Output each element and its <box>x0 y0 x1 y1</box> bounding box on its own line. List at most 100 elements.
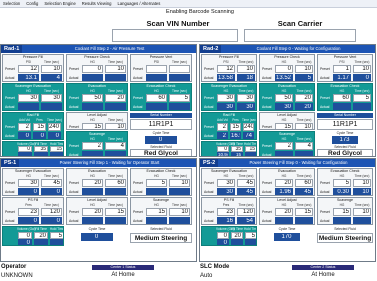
preset-value[interactable]: 10 <box>353 208 371 216</box>
preset-value[interactable]: 20 <box>275 208 293 216</box>
preset-value[interactable]: 10 <box>353 179 371 187</box>
preset-value[interactable]: 5 <box>245 232 256 239</box>
menu-config[interactable]: Config <box>26 1 38 6</box>
preset-value[interactable]: 45 <box>41 179 62 187</box>
preset-value[interactable]: 1 <box>333 65 351 73</box>
preset-value[interactable]: 30 <box>41 94 62 102</box>
preset-value[interactable]: 10 <box>237 65 255 73</box>
preset-value[interactable] <box>146 65 167 73</box>
preset-value[interactable]: 2 <box>82 142 103 150</box>
preset-value[interactable]: 15 <box>105 208 126 216</box>
preset-value[interactable]: 20 <box>105 94 126 102</box>
preset-value[interactable]: 20 <box>295 94 313 102</box>
level-adjust-box: Level AdjustHG15Time (sec)10PresetActual <box>259 112 315 130</box>
preset-value[interactable]: 120 <box>237 208 255 216</box>
preset-value[interactable]: 20 <box>82 179 103 187</box>
preset-value[interactable]: 60 <box>105 179 126 187</box>
preset-value[interactable]: 10 <box>105 65 126 73</box>
menu-selection[interactable]: Selection <box>3 1 20 6</box>
column-header: Pres <box>222 203 230 207</box>
preset-value[interactable]: 15 <box>230 123 241 131</box>
actual-value <box>82 103 103 110</box>
column-header: HG <box>223 89 229 93</box>
column-header: Hold Time <box>244 227 257 231</box>
preset-value[interactable]: 10 <box>105 123 126 129</box>
menu-results-viewing[interactable]: Results Viewing <box>82 1 112 6</box>
preset-value[interactable]: 30 <box>217 94 235 102</box>
preset-value[interactable]: 0 <box>18 232 32 239</box>
actual-row-label: Actual <box>5 190 15 194</box>
preset-value[interactable]: 0 <box>82 65 103 73</box>
preset-row-label: Preset <box>5 210 15 214</box>
preset-value[interactable]: 12 <box>18 65 39 73</box>
preset-value[interactable] <box>169 65 190 73</box>
preset-value[interactable]: 30 <box>217 179 235 187</box>
panel-status: Coolant Fill Step 2 - Air Pressure Test <box>74 46 145 51</box>
preset-value[interactable]: 2 <box>275 142 293 150</box>
preset-value[interactable]: 15 <box>295 208 313 216</box>
actual-value: 20 <box>295 103 313 110</box>
preset-value[interactable]: 10 <box>169 179 190 187</box>
preset-value[interactable]: 20 <box>82 208 103 216</box>
preset-value[interactable]: 10 <box>41 65 62 73</box>
preset-value[interactable]: 20 <box>275 179 293 187</box>
preset-value[interactable]: 2 <box>217 123 228 131</box>
preset-value[interactable]: 23 <box>18 208 39 216</box>
preset-value[interactable]: 15 <box>146 208 167 216</box>
preset-value[interactable]: 5 <box>353 94 371 102</box>
menu-languages[interactable]: Languages / Alternates <box>118 1 161 6</box>
preset-value[interactable]: 0 <box>217 232 229 239</box>
preset-value[interactable]: 15 <box>33 123 46 131</box>
preset-value[interactable]: 23 <box>217 208 235 216</box>
preset-value[interactable]: 60 <box>295 179 313 187</box>
preset-value[interactable]: 5 <box>333 179 351 187</box>
preset-value[interactable]: 30 <box>237 94 255 102</box>
preset-value[interactable]: 4 <box>105 142 126 150</box>
menu-selection-engine[interactable]: Selection Engine <box>44 1 75 6</box>
preset-value[interactable]: 2 <box>18 123 31 131</box>
vin-input[interactable] <box>112 29 238 42</box>
actual-value <box>353 217 371 224</box>
preset-value[interactable]: 60 <box>146 94 167 102</box>
preset-value[interactable]: 60 <box>333 94 351 102</box>
preset-value[interactable]: 50 <box>275 94 293 102</box>
preset-value[interactable]: 0 <box>275 65 293 73</box>
preset-value[interactable]: 20 <box>231 232 243 239</box>
column-header: Time (sec) <box>44 203 59 207</box>
preset-value[interactable]: 10 <box>295 65 313 73</box>
preset-value[interactable]: 15 <box>333 208 351 216</box>
preset-value[interactable]: 5 <box>146 179 167 187</box>
column-header: HG <box>154 203 159 207</box>
carrier-input[interactable] <box>244 29 356 42</box>
volume-box: Volume (Gal) 0 0 Fill Time 20 Hold Time 5 <box>201 226 257 246</box>
preset-value[interactable]: 10 <box>169 208 190 216</box>
preset-value[interactable]: 4 <box>295 142 313 150</box>
preset-value[interactable]: 240 <box>48 123 61 131</box>
panel-title-bar: Rad-1 Coolant Fill Step 2 - Air Pressure … <box>1 45 196 53</box>
actual-value <box>34 239 48 245</box>
preset-value[interactable]: 240 <box>243 123 254 131</box>
evacuation-box: Evacuation HG 50 30 Time (sec) 20 20 Preset Actu… <box>259 83 315 111</box>
preset-value[interactable]: 10 <box>353 65 371 73</box>
preset-value[interactable]: 120 <box>41 208 62 216</box>
preset-value[interactable]: 20 <box>34 232 48 239</box>
column-header: Time (sec) <box>44 89 59 93</box>
column-header: HG <box>281 60 287 64</box>
actual-row-label: Actual <box>5 76 15 80</box>
selected-fluid-value: Red Glycol <box>130 149 192 156</box>
preset-value[interactable]: 5 <box>169 94 190 102</box>
preset-value[interactable]: 50 <box>82 94 103 102</box>
preset-value[interactable]: 30 <box>18 94 39 102</box>
preset-value[interactable]: 30 <box>18 179 39 187</box>
evac-check-box: Evacuation Check HG 60 Time (sec) 5 Preset Act… <box>130 83 192 111</box>
actual-value: 0 <box>41 188 62 195</box>
actual-value: 0 <box>33 132 46 139</box>
column-header: Time (sec) <box>242 118 257 122</box>
preset-value[interactable]: 12 <box>217 65 235 73</box>
preset-value[interactable]: 10 <box>295 123 313 129</box>
preset-value[interactable]: 15 <box>275 123 293 129</box>
preset-value[interactable]: 5 <box>50 232 63 239</box>
preset-value[interactable]: 15 <box>82 123 103 129</box>
preset-value[interactable]: 45 <box>237 179 255 187</box>
actual-value <box>169 188 190 195</box>
